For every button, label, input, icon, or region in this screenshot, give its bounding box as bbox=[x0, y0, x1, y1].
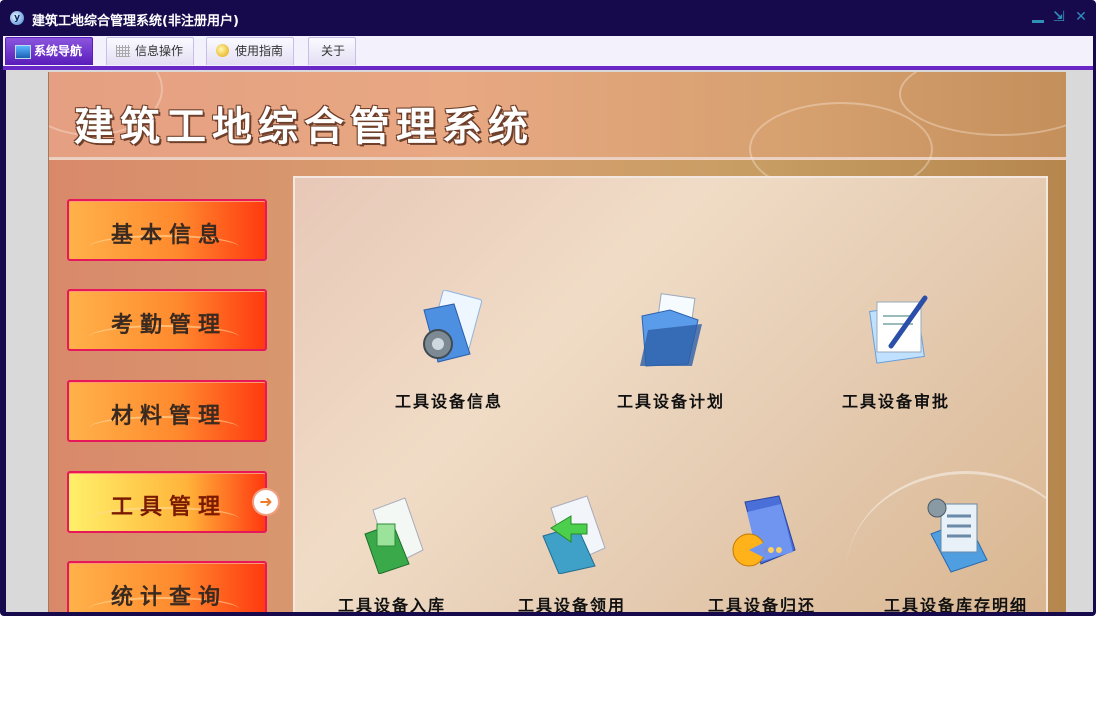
tab-user-guide[interactable]: 使用指南 bbox=[206, 37, 295, 65]
main-panel: 建筑工地综合管理系统 基本信息 考勤管理 材料管理 工具管理 ➜ 统计查询 工具… bbox=[48, 72, 1066, 612]
tile-label: 工具设备信息 bbox=[394, 392, 503, 411]
coin-icon bbox=[216, 44, 229, 57]
tile-label: 工具设备库存明细 bbox=[883, 596, 1028, 612]
restore-icon[interactable]: ⇲ bbox=[1052, 10, 1066, 24]
app-logo-icon: y bbox=[10, 11, 24, 25]
tile-label: 工具设备审批 bbox=[841, 392, 950, 411]
menu-attendance[interactable]: 考勤管理 bbox=[67, 289, 267, 351]
window-title: 建筑工地综合管理系统(非注册用户) bbox=[32, 14, 239, 29]
menu-tools[interactable]: 工具管理 bbox=[67, 471, 267, 533]
tile-tool-plan[interactable]: 工具设备计划 bbox=[591, 290, 751, 420]
arrow-right-icon: ➜ bbox=[254, 490, 278, 514]
close-icon[interactable]: ✕ bbox=[1074, 10, 1088, 24]
tile-tool-requisition[interactable]: 工具设备领用 bbox=[492, 494, 652, 612]
menu-basic-info[interactable]: 基本信息 bbox=[67, 199, 267, 261]
monitor-icon bbox=[15, 45, 31, 59]
tile-label: 工具设备入库 bbox=[337, 596, 446, 612]
tile-tool-inventory-detail[interactable]: 工具设备库存明细 bbox=[876, 494, 1036, 612]
folder-transfer-icon bbox=[542, 495, 606, 574]
menu-label: 工具管理 bbox=[110, 495, 227, 520]
system-title: 建筑工地综合管理系统 bbox=[74, 104, 534, 150]
tile-tool-approval[interactable]: 工具设备审批 bbox=[816, 290, 976, 420]
folder-list-icon bbox=[927, 498, 988, 573]
minimize-icon[interactable] bbox=[1031, 10, 1045, 24]
tab-label: 使用指南 bbox=[235, 44, 284, 58]
folder-gear-icon bbox=[423, 290, 483, 363]
folder-add-icon bbox=[364, 497, 424, 574]
title-bar[interactable]: y 建筑工地综合管理系统(非注册用户) ⇲ ✕ bbox=[0, 0, 1096, 36]
tile-tool-return[interactable]: 工具设备归还 bbox=[682, 494, 842, 612]
tile-label: 工具设备归还 bbox=[707, 596, 816, 612]
app-window: y 建筑工地综合管理系统(非注册用户) ⇲ ✕ 系统导航 信息操作 使用指南 关… bbox=[0, 0, 1096, 616]
menu-label: 材料管理 bbox=[110, 404, 227, 429]
menu-label: 基本信息 bbox=[110, 223, 227, 248]
grid-icon bbox=[116, 45, 130, 57]
menu-label: 统计查询 bbox=[110, 585, 227, 610]
tab-label: 系统导航 bbox=[34, 44, 83, 58]
open-folder-icon bbox=[640, 293, 702, 367]
menu-materials[interactable]: 材料管理 bbox=[67, 380, 267, 442]
divider bbox=[49, 159, 1066, 160]
tab-bar: 系统导航 信息操作 使用指南 关于 bbox=[3, 36, 1093, 66]
document-pen-icon bbox=[869, 295, 928, 364]
tab-label: 信息操作 bbox=[135, 44, 184, 58]
menu-label: 考勤管理 bbox=[110, 313, 227, 338]
function-area: 工具设备信息 工具设备计划 工具设备审批 工具设备入库 工具设备领用 工具设备归… bbox=[293, 176, 1048, 612]
tile-tool-stock-in[interactable]: 工具设备入库 bbox=[312, 494, 472, 612]
tab-system-nav[interactable]: 系统导航 bbox=[5, 37, 94, 65]
tile-label: 工具设备领用 bbox=[517, 596, 626, 612]
tile-tool-info[interactable]: 工具设备信息 bbox=[369, 290, 529, 420]
tab-label: 关于 bbox=[321, 44, 346, 58]
tab-info-ops[interactable]: 信息操作 bbox=[106, 37, 195, 65]
menu-statistics[interactable]: 统计查询 bbox=[67, 561, 267, 612]
folder-return-icon bbox=[732, 495, 796, 567]
header-banner: 建筑工地综合管理系统 bbox=[49, 72, 1066, 196]
tile-label: 工具设备计划 bbox=[616, 392, 725, 411]
tab-about[interactable]: 关于 bbox=[308, 37, 357, 65]
